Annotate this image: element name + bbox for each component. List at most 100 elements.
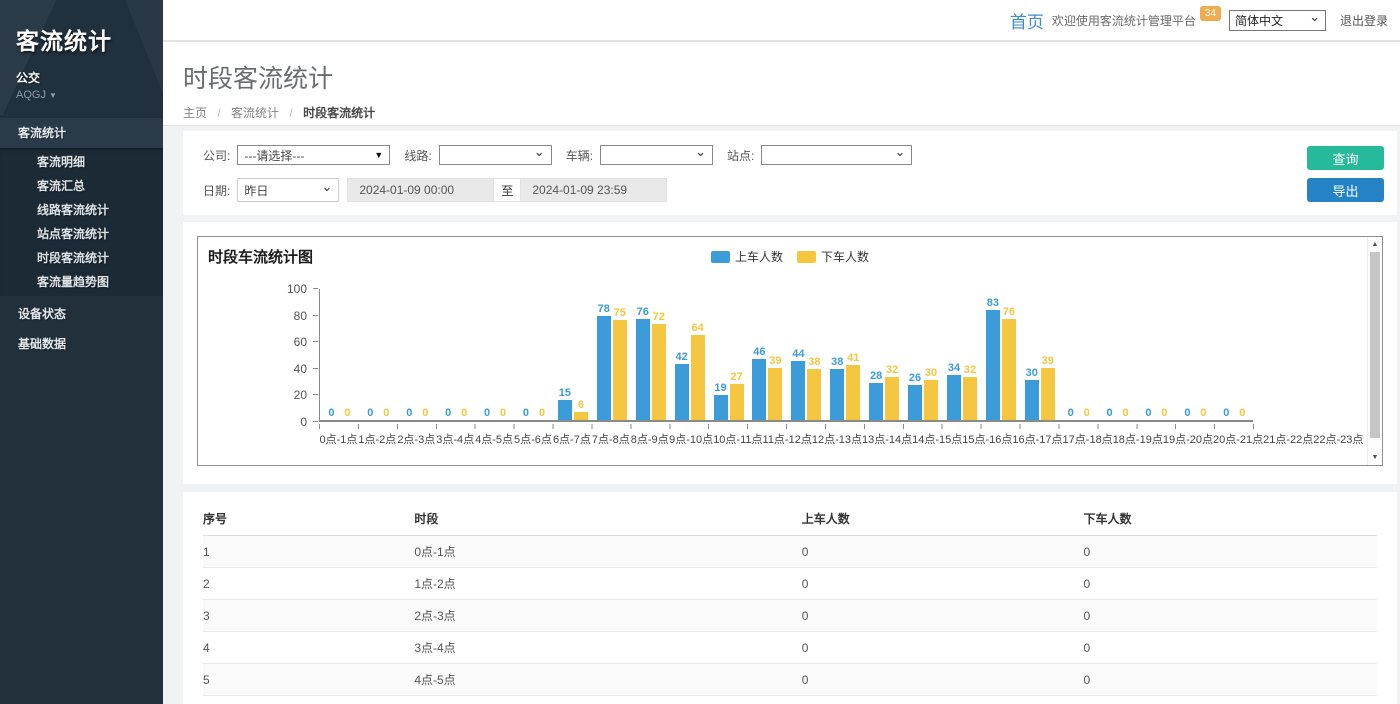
chart-scrollbar[interactable]: ▲ ▼ [1367,237,1382,465]
table-row[interactable]: 21点-2点00 [203,568,1377,600]
scroll-up-icon[interactable]: ▲ [1368,241,1382,248]
bar-boarding[interactable] [869,383,883,420]
table-row[interactable]: 43点-4点00 [203,632,1377,664]
logout-link[interactable]: 退出登录 [1340,12,1388,29]
bar-boarding[interactable] [830,369,844,420]
bar-boarding[interactable] [791,361,805,420]
sidebar-subitem-3[interactable]: 站点客流统计 [0,222,163,246]
bar-alighting[interactable] [924,380,938,420]
welcome-text: 欢迎使用客流统计管理平台 [1052,12,1196,29]
bar-alighting[interactable] [1002,319,1016,420]
bar-value-label: 34 [948,362,960,374]
bar-boarding[interactable] [752,359,766,420]
bar-boarding[interactable] [636,319,650,420]
vehicle-select[interactable]: ⌄ [600,145,713,165]
y-axis-tick [313,421,318,422]
line-select[interactable]: ⌄ [439,145,552,165]
legend-item[interactable]: 上车人数 [711,248,783,265]
table-cell: 4点-5点 [414,664,801,696]
bar-boarding[interactable] [597,316,611,420]
bar-boarding[interactable] [558,400,572,420]
table-cell: 2点-3点 [414,600,801,632]
bar-alighting[interactable] [730,384,744,420]
vehicle-label: 车辆: [566,147,593,164]
bar-alighting[interactable] [1041,368,1055,420]
x-axis-label: 3点-4点 [436,431,475,447]
date-preset-value: 昨日 [244,182,268,199]
table-cell: 1 [203,536,414,568]
home-link[interactable]: 首页 [1010,8,1044,33]
bar-value-label: 39 [1042,355,1054,367]
query-button[interactable]: 查询 [1307,146,1384,170]
topbar: 首页 欢迎使用客流统计管理平台 34 简体中文 ⌄ 退出登录 [163,0,1400,42]
bar-value-label: 0 [406,407,412,419]
bar-alighting[interactable] [963,377,977,420]
export-button[interactable]: 导出 [1307,178,1384,202]
date-preset-select[interactable]: 昨日 ⌄ [237,178,339,202]
table-cell: 0 [1083,696,1377,704]
bar-alighting[interactable] [768,368,782,420]
y-axis-label: 60 [294,335,307,349]
station-select[interactable]: ⌄ [761,145,912,165]
bar-alighting[interactable] [885,377,899,420]
chevron-down-icon: ⌄ [695,148,706,156]
x-axis-label: 19点-20点 [1163,431,1213,447]
bar-alighting[interactable] [691,335,705,420]
bar-value-label: 41 [847,352,859,364]
breadcrumb-passenger-stats[interactable]: 客流统计 [231,106,279,120]
bar-alighting[interactable] [807,369,821,420]
table-row[interactable]: 32点-3点00 [203,600,1377,632]
sidebar-item-passenger-stats[interactable]: 客流统计 [0,118,163,148]
sidebar-subitem-0[interactable]: 客流明细 [0,150,163,174]
org-code-dropdown[interactable]: AQGJ▼ [16,89,163,101]
table-panel: 序号时段上车人数下车人数 10点-1点0021点-2点0032点-3点0043点… [183,492,1397,704]
bar-value-label: 72 [653,311,665,323]
bar-group: 00 [1137,289,1176,420]
brand-title: 客流统计 [16,22,163,56]
breadcrumb-home[interactable]: 主页 [183,106,207,120]
date-to-input[interactable]: 2024-01-09 23:59 [520,178,667,202]
sidebar-section-1[interactable]: 基础数据 [0,329,163,359]
bar-alighting[interactable] [574,412,588,420]
table-row[interactable]: 65点-6点00 [203,696,1377,704]
x-axis-label: 6点-7点 [552,431,591,447]
bar-value-label: 78 [598,303,610,315]
table-cell: 0 [1083,632,1377,664]
sidebar-section-0[interactable]: 设备状态 [0,299,163,329]
bar-alighting[interactable] [652,324,666,420]
table-row[interactable]: 54点-5点00 [203,664,1377,696]
date-from-input[interactable]: 2024-01-09 00:00 [347,178,494,202]
legend-item[interactable]: 下车人数 [797,248,869,265]
sidebar-subitem-4[interactable]: 时段客流统计 [0,246,163,270]
chart-panel: 时段车流统计图 上车人数下车人数 020406080100 0000000000… [183,222,1397,484]
sidebar-subitem-1[interactable]: 客流汇总 [0,174,163,198]
scrollbar-thumb[interactable] [1370,252,1380,438]
scroll-down-icon[interactable]: ▼ [1368,454,1382,461]
notification-badge[interactable]: 34 [1200,6,1221,21]
x-axis-label: 22点-23点 [1313,431,1363,447]
bar-boarding[interactable] [675,364,689,420]
company-select[interactable]: ---请选择--- ▼ [237,145,390,165]
bar-boarding[interactable] [1025,380,1039,420]
sidebar-subitem-5[interactable]: 客流量趋势图 [0,270,163,294]
bar-alighting[interactable] [846,365,860,420]
chart-legend: 上车人数下车人数 [711,248,869,265]
sidebar-subitem-2[interactable]: 线路客流统计 [0,198,163,222]
bar-value-label: 0 [422,407,428,419]
bar-alighting[interactable] [613,320,627,420]
y-axis-label: 100 [287,282,307,296]
bar-boarding[interactable] [986,310,1000,420]
bar-group: 1927 [709,289,748,420]
bar-group: 7672 [631,289,670,420]
x-axis-label: 16点-17点 [1012,431,1062,447]
table-row[interactable]: 10点-1点00 [203,536,1377,568]
bar-boarding[interactable] [714,395,728,420]
x-axis-label: 0点-1点 [319,431,358,447]
bar-group: 2832 [865,289,904,420]
bar-boarding[interactable] [947,375,961,420]
table-cell: 5 [203,664,414,696]
bar-boarding[interactable] [908,385,922,420]
language-select[interactable]: 简体中文 ⌄ [1229,10,1326,31]
bar-value-label: 0 [1161,407,1167,419]
breadcrumb: 主页 / 客流统计 / 时段客流统计 [183,104,1380,121]
